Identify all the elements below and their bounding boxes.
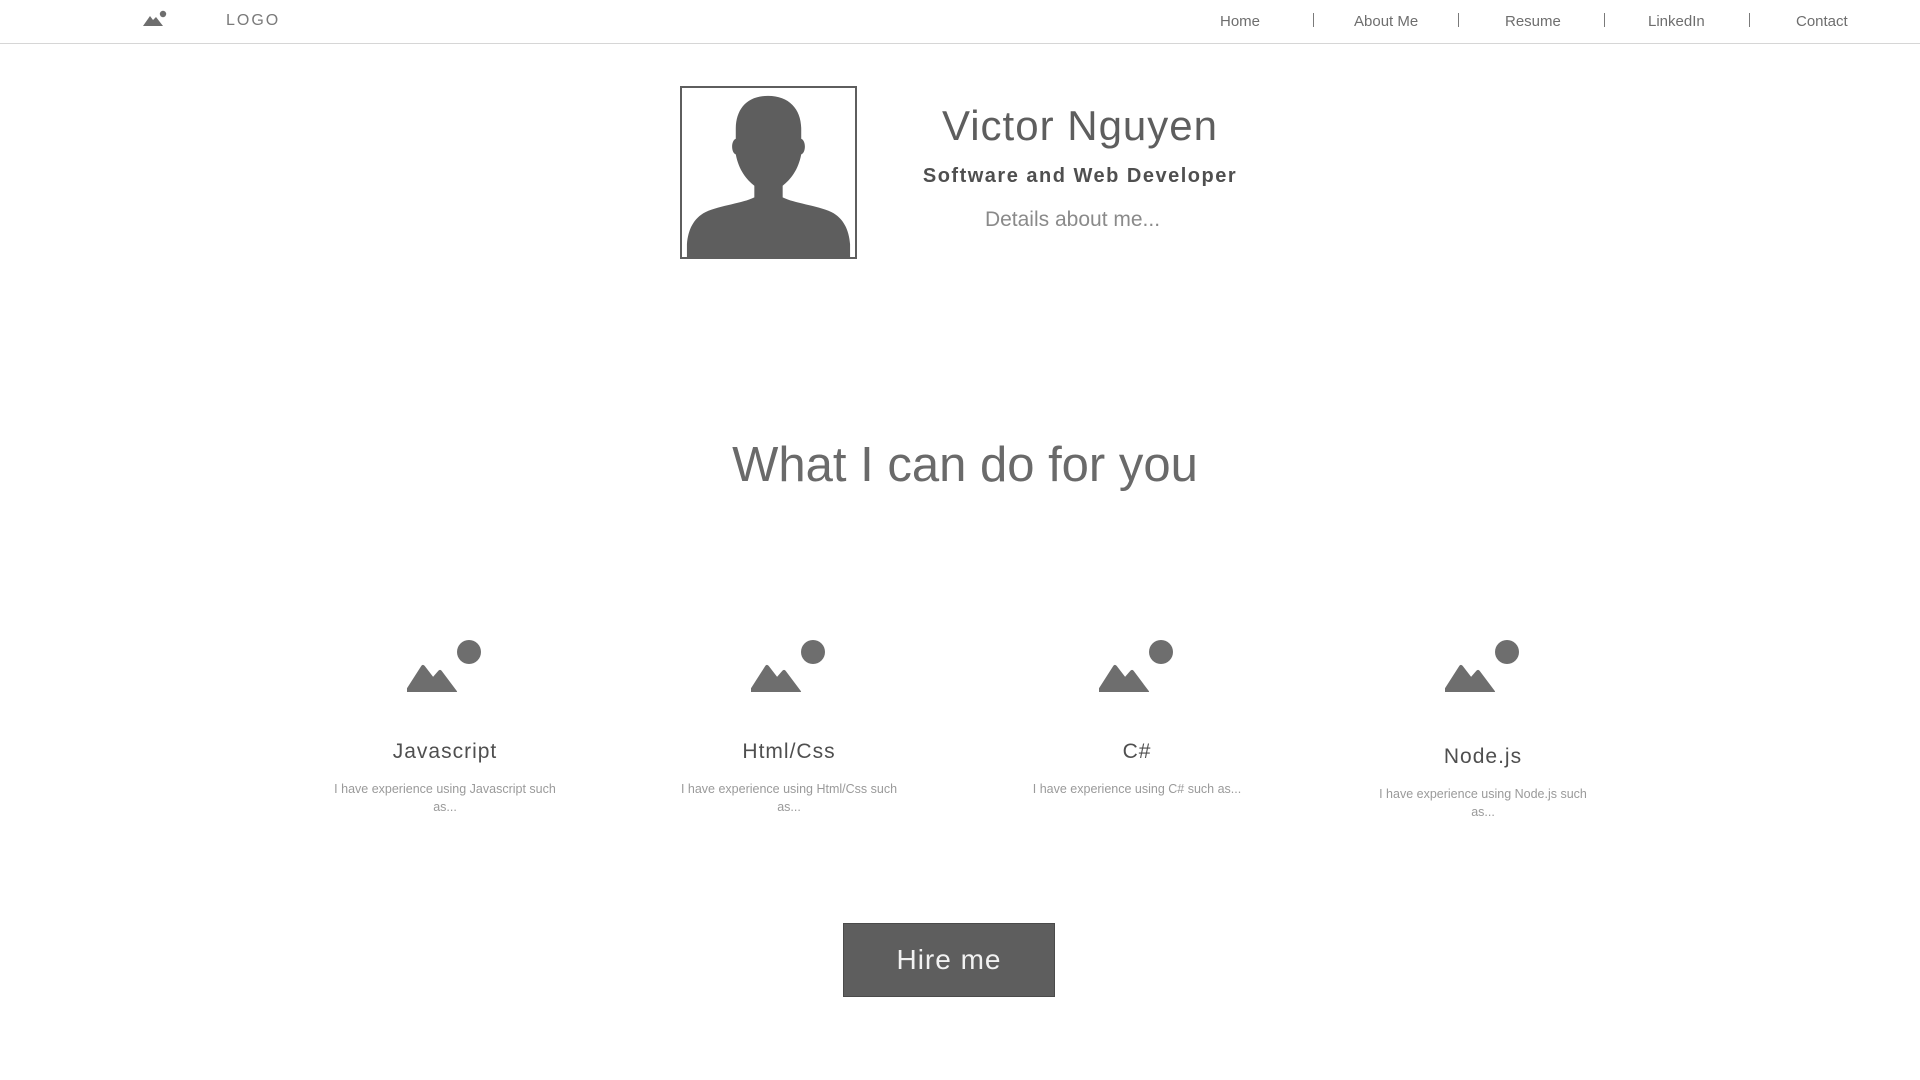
nav-item-home[interactable]: Home <box>1220 13 1260 30</box>
skill-card-nodejs: Node.js I have experience using Node.js … <box>1363 640 1603 821</box>
profile-role: Software and Web Developer <box>922 165 1238 187</box>
skill-title: Html/Css <box>742 740 836 763</box>
main-nav: Home About Me Resume LinkedIn Contact <box>0 0 1920 43</box>
nav-divider <box>1313 13 1314 27</box>
skill-card-javascript: Javascript I have experience using Javas… <box>325 640 565 816</box>
skill-description: I have experience using Html/Css such as… <box>680 782 898 814</box>
nav-item-about-me[interactable]: About Me <box>1354 13 1418 30</box>
skill-card-html-css: Html/Css I have experience using Html/Cs… <box>669 640 909 816</box>
skill-card-csharp: C# I have experience using C# such as... <box>1017 640 1257 798</box>
profile-name: Victor Nguyen <box>941 102 1219 149</box>
nav-divider <box>1458 13 1459 27</box>
profile-details: Details about me... <box>984 208 1161 231</box>
nav-item-contact[interactable]: Contact <box>1796 13 1848 30</box>
nav-item-resume[interactable]: Resume <box>1505 13 1561 30</box>
image-placeholder-icon <box>407 640 481 692</box>
skill-description: I have experience using C# such as... <box>1032 782 1242 796</box>
services-heading: What I can do for you <box>732 438 1198 492</box>
image-placeholder-icon <box>1099 640 1173 692</box>
skill-title: Node.js <box>1443 745 1523 768</box>
nav-item-linkedin[interactable]: LinkedIn <box>1648 13 1705 30</box>
avatar <box>680 86 857 259</box>
image-placeholder-icon <box>1445 640 1519 692</box>
skill-title: Javascript <box>392 740 498 763</box>
person-silhouette-icon <box>686 95 851 257</box>
nav-divider <box>1749 13 1750 27</box>
skill-description: I have experience using Node.js such as.… <box>1379 787 1587 819</box>
skill-description: I have experience using Javascript such … <box>334 782 556 814</box>
nav-divider <box>1604 13 1605 27</box>
top-navigation-bar: LOGO Home About Me Resume LinkedIn Conta… <box>0 0 1920 44</box>
image-placeholder-icon <box>751 640 825 692</box>
skill-title: C# <box>1122 740 1152 763</box>
hire-me-button[interactable]: Hire me <box>843 923 1055 997</box>
